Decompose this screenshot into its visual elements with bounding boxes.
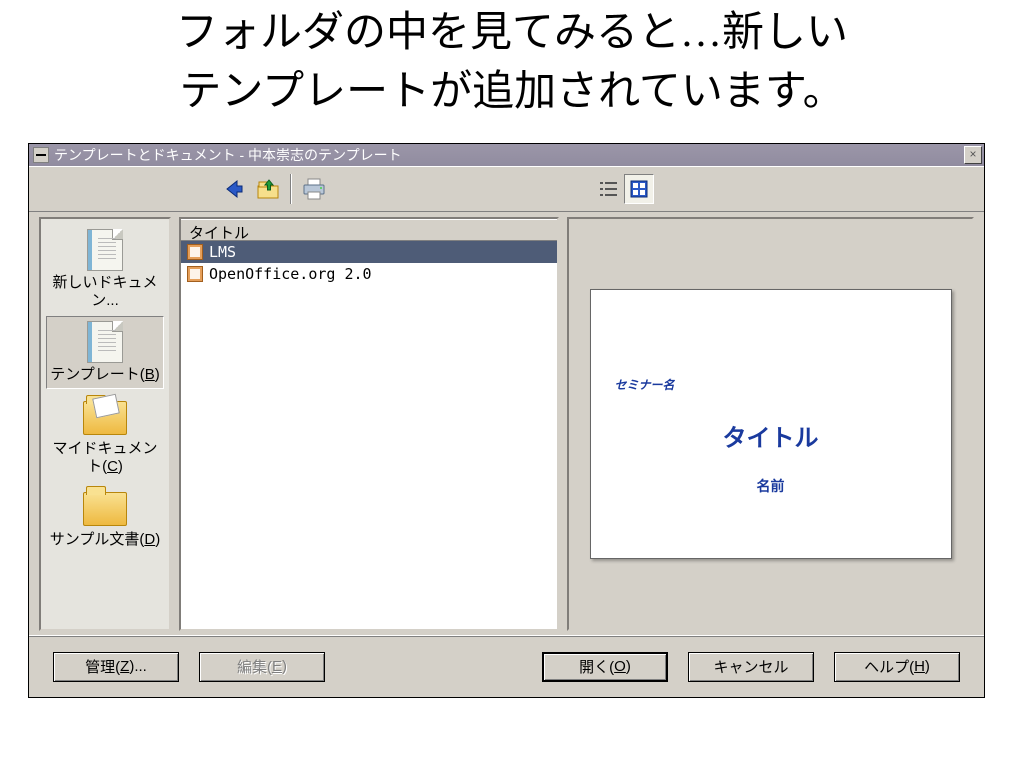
sidebar-item-my-documents[interactable]: マイドキュメント(C) bbox=[46, 391, 164, 480]
sidebar-item-new-document[interactable]: 新しいドキュメン... bbox=[46, 225, 164, 314]
toolbar bbox=[29, 166, 984, 212]
sidebar-item-samples[interactable]: サンプル文書(D) bbox=[46, 482, 164, 553]
preview-name-label: 名前 bbox=[591, 476, 951, 496]
close-button[interactable]: × bbox=[964, 146, 982, 164]
open-button[interactable]: 開く(O) bbox=[542, 652, 668, 682]
list-view-button[interactable] bbox=[594, 174, 624, 204]
slide-heading-line2: テンプレートが追加されています。 bbox=[179, 69, 844, 115]
templates-dialog: テンプレートとドキュメント - 中本崇志のテンプレート × bbox=[28, 143, 985, 698]
template-list: タイトル LMS OpenOffice.org 2.0 bbox=[179, 217, 559, 631]
list-item-name: OpenOffice.org 2.0 bbox=[209, 265, 372, 283]
edit-button: 編集(E) bbox=[199, 652, 325, 682]
manage-button[interactable]: 管理(Z)... bbox=[53, 652, 179, 682]
sidebar-item-label: テンプレート(B) bbox=[50, 366, 160, 384]
list-column-title[interactable]: タイトル bbox=[181, 219, 557, 241]
window-title: テンプレートとドキュメント - 中本崇志のテンプレート bbox=[54, 145, 402, 165]
toolbar-separator bbox=[290, 174, 292, 204]
template-file-icon bbox=[187, 266, 203, 282]
list-item[interactable]: LMS bbox=[181, 241, 557, 263]
up-one-level-button[interactable] bbox=[251, 172, 285, 206]
slide-heading: フォルダの中を見てみると…新しい テンプレートが追加されています。 bbox=[0, 0, 1024, 122]
slide-heading-line1: フォルダの中を見てみると…新しい bbox=[176, 10, 848, 56]
sidebar-item-label: サンプル文書(D) bbox=[50, 531, 160, 549]
sidebar-item-label: マイドキュメント(C) bbox=[48, 440, 162, 476]
help-button[interactable]: ヘルプ(H) bbox=[834, 652, 960, 682]
cancel-button[interactable]: キャンセル bbox=[688, 652, 814, 682]
folder-icon bbox=[83, 401, 127, 435]
system-menu-icon[interactable] bbox=[33, 147, 49, 163]
print-button[interactable] bbox=[297, 172, 331, 206]
preview-seminar-label: セミナー名 bbox=[615, 376, 675, 393]
category-sidebar: 新しいドキュメン... テンプレート(B) マイドキュメント(C) サンプル文書… bbox=[39, 217, 171, 631]
document-icon bbox=[87, 229, 123, 271]
sidebar-item-label: 新しいドキュメン... bbox=[48, 274, 162, 310]
folder-icon bbox=[83, 492, 127, 526]
preview-view-button[interactable] bbox=[624, 174, 654, 204]
sidebar-item-templates[interactable]: テンプレート(B) bbox=[46, 316, 164, 389]
list-item-name: LMS bbox=[209, 243, 236, 261]
preview-slide: セミナー名 タイトル 名前 bbox=[590, 289, 952, 559]
back-button[interactable] bbox=[217, 172, 251, 206]
list-item[interactable]: OpenOffice.org 2.0 bbox=[181, 263, 557, 285]
template-file-icon bbox=[187, 244, 203, 260]
titlebar[interactable]: テンプレートとドキュメント - 中本崇志のテンプレート × bbox=[29, 144, 984, 166]
template-icon bbox=[87, 321, 123, 363]
preview-panel: セミナー名 タイトル 名前 bbox=[567, 217, 974, 631]
dialog-button-row: 管理(Z)... 編集(E) 開く(O) キャンセル ヘルプ(H) bbox=[29, 635, 984, 697]
preview-title-label: タイトル bbox=[591, 418, 951, 453]
